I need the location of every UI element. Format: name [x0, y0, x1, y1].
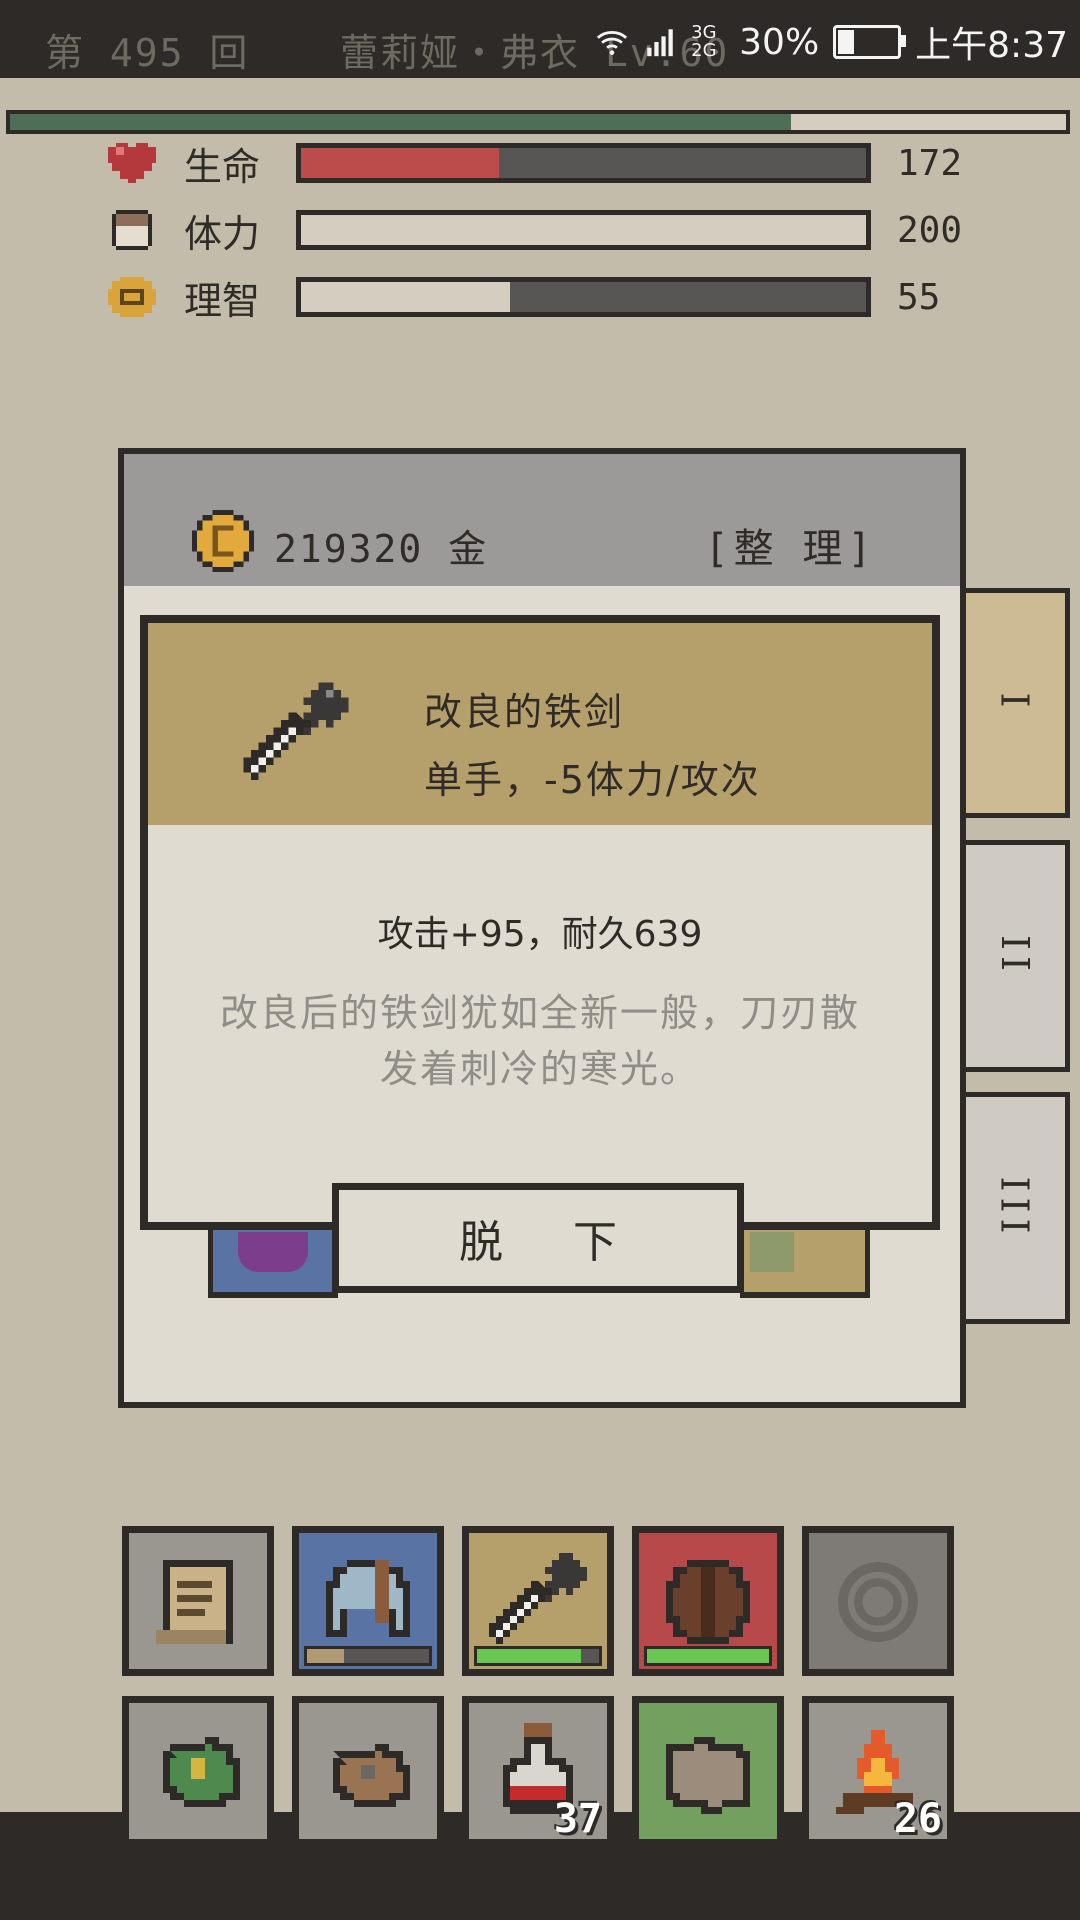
heart-icon — [108, 143, 156, 183]
stat-label: 理智 — [184, 278, 261, 323]
item-detail-dialog: 改良的铁剑 单手，-5体力/攻次 攻击+95，耐久639 改良后的铁剑犹如全新一… — [140, 615, 940, 1230]
equipment-slot[interactable] — [208, 1218, 338, 1298]
hotbar-slot-potion[interactable]: 37 — [462, 1696, 614, 1846]
stat-value: 172 — [897, 142, 963, 184]
system-status: 3G 2G 30% 上午8:37 — [595, 16, 1068, 68]
health-bar — [296, 143, 871, 183]
hotbar-slot-campfire[interactable]: 26 — [802, 1696, 954, 1846]
durability-gauge — [304, 1646, 432, 1666]
sort-button[interactable]: [整 理] — [710, 516, 874, 574]
shield-icon — [666, 1560, 750, 1644]
durability-gauge — [474, 1646, 602, 1666]
scroll-icon — [156, 1560, 233, 1644]
tab-i[interactable]: I — [960, 588, 1070, 818]
spellbook-icon — [163, 1737, 240, 1807]
experience-bar — [6, 110, 1070, 134]
experience-fill — [10, 114, 792, 130]
gold-amount: 219320 金 — [274, 527, 489, 571]
signal-icon — [647, 29, 673, 57]
stat-label: 体力 — [184, 211, 261, 256]
network-type: 3G 2G — [691, 22, 717, 61]
hotbar-slot-ring[interactable] — [802, 1526, 954, 1676]
empty-ring-icon — [838, 1562, 918, 1642]
unequip-button[interactable]: 脱 下 — [332, 1183, 744, 1293]
tab-label: II — [993, 934, 1037, 978]
battery-icon — [833, 25, 907, 59]
clock: 上午8:37 — [915, 25, 1068, 66]
item-description: 改良后的铁剑犹如全新一般，刀刃散发着刺冷的寒光。 — [219, 991, 860, 1091]
journal-icon — [333, 1744, 410, 1807]
sanity-icon — [108, 277, 156, 317]
round-counter: 第 495 回 — [45, 31, 250, 75]
item-stats: 攻击+95，耐久639 — [377, 914, 703, 955]
hotbar-slot-spellbook[interactable] — [122, 1696, 274, 1846]
stat-sanity: 理智 55 — [104, 272, 941, 323]
wifi-icon — [597, 31, 628, 55]
stat-label: 生命 — [184, 144, 261, 189]
stamina-icon — [112, 210, 152, 250]
equipment-slot[interactable] — [740, 1218, 870, 1298]
stat-value: 55 — [897, 276, 941, 318]
hotbar-slot-scroll[interactable] — [122, 1526, 274, 1676]
item-body: 攻击+95，耐久639 改良后的铁剑犹如全新一般，刀刃散发着刺冷的寒光。 — [148, 825, 932, 1222]
stat-stamina: 体力 200 — [104, 205, 963, 256]
unequip-label: 脱 下 — [459, 1217, 645, 1268]
helmet-icon — [326, 1560, 410, 1637]
map-icon — [666, 1737, 750, 1814]
durability-gauge — [644, 1646, 772, 1666]
item-count: 37 — [553, 1796, 602, 1842]
sword-icon — [489, 1553, 587, 1644]
tab-ii[interactable]: II — [960, 840, 1070, 1072]
hotbar-slot-helmet[interactable] — [292, 1526, 444, 1676]
stat-value: 200 — [897, 209, 963, 251]
hotbar-slot-map[interactable] — [632, 1696, 784, 1846]
tab-label: III — [992, 1176, 1037, 1240]
tab-label: I — [992, 692, 1037, 714]
stat-health: 生命 172 — [104, 138, 963, 189]
tab-iii[interactable]: III — [960, 1092, 1070, 1324]
sanity-bar — [296, 277, 871, 317]
stamina-bar — [296, 210, 871, 250]
sword-icon — [243, 682, 349, 780]
inventory-header: 219320 金 [整 理] — [124, 454, 960, 586]
item-name: 改良的铁剑 — [424, 690, 625, 734]
item-type: 单手，-5体力/攻次 — [424, 758, 761, 802]
gold-coin-icon — [192, 510, 254, 572]
hotbar-slot-shield[interactable] — [632, 1526, 784, 1676]
status-bar: 第 495 回 蕾莉娅・弗衣 Lv.60 3G 2G 30% 上午8:37 — [0, 0, 1080, 78]
item-header: 改良的铁剑 单手，-5体力/攻次 — [148, 623, 932, 825]
hotbar-slot-journal[interactable] — [292, 1696, 444, 1846]
hotbar-slot-sword[interactable] — [462, 1526, 614, 1676]
item-count: 26 — [893, 1796, 942, 1842]
battery-percent: 30% — [739, 21, 820, 63]
